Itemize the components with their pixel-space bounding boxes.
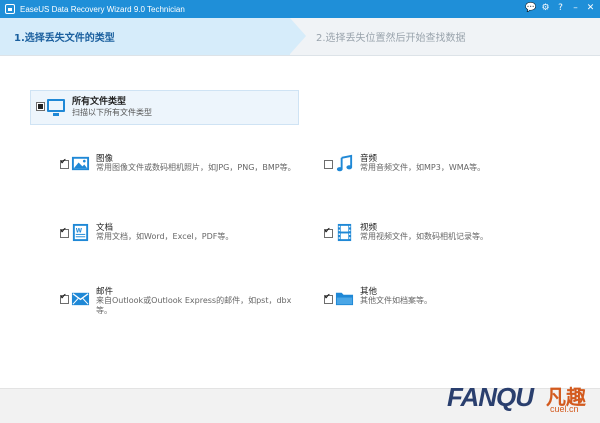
step-1: 1.选择丢失文件的类型 <box>0 18 290 55</box>
image-icon <box>71 156 90 171</box>
step-1-label: 1.选择丢失文件的类型 <box>14 33 115 44</box>
file-type-video[interactable]: 视频 常用视频文件，如数码相机记录等。 <box>324 221 564 257</box>
document-icon: W <box>72 223 89 242</box>
video-desc: 常用视频文件，如数码相机记录等。 <box>360 232 488 241</box>
other-desc: 其他文件如档案等。 <box>360 296 432 305</box>
file-type-document[interactable]: W 文档 常用文档，如Word，Excel，PDF等。 <box>60 221 300 257</box>
settings-icon[interactable]: ⚙ <box>540 3 551 14</box>
folder-icon <box>335 292 354 306</box>
app-icon <box>5 4 15 14</box>
email-desc: 来自Outlook或Outlook Express的邮件，如pst，dbx等。 <box>96 296 292 315</box>
file-type-image[interactable]: 图像 常用图像文件或数码相机照片，如JPG，PNG，BMP等。 <box>60 152 300 188</box>
all-file-types-option[interactable]: 所有文件类型 扫描以下所有文件类型 <box>30 90 299 125</box>
music-icon <box>336 154 353 172</box>
file-type-audio[interactable]: 音频 常用音频文件，如MP3，WMA等。 <box>324 152 564 188</box>
wizard-steps: 1.选择丢失文件的类型 2.选择丢失位置然后开始查找数据 <box>0 18 600 56</box>
other-checkbox[interactable] <box>324 292 333 304</box>
image-checkbox[interactable] <box>60 157 69 169</box>
mail-icon <box>71 292 90 306</box>
help-icon[interactable]: ? <box>555 3 566 14</box>
film-icon <box>337 223 352 242</box>
close-button[interactable]: ✕ <box>585 3 596 14</box>
video-checkbox[interactable] <box>324 226 333 238</box>
image-desc: 常用图像文件或数码相机照片，如JPG，PNG，BMP等。 <box>96 163 296 172</box>
watermark-domain: cuel.cn <box>550 404 579 414</box>
title-bar: EaseUS Data Recovery Wizard 9.0 Technici… <box>0 0 600 18</box>
all-types-checkbox[interactable] <box>36 102 45 111</box>
audio-checkbox[interactable] <box>324 160 333 169</box>
all-types-desc: 扫描以下所有文件类型 <box>72 108 152 117</box>
email-checkbox[interactable] <box>60 292 69 304</box>
step-2-label: 2.选择丢失位置然后开始查找数据 <box>316 33 466 44</box>
file-type-email[interactable]: 邮件 来自Outlook或Outlook Express的邮件，如pst，dbx… <box>60 285 300 321</box>
document-checkbox[interactable] <box>60 226 69 238</box>
monitor-icon <box>47 99 65 116</box>
document-desc: 常用文档，如Word，Excel，PDF等。 <box>96 232 234 241</box>
file-type-other[interactable]: 其他 其他文件如档案等。 <box>324 285 564 321</box>
feedback-icon[interactable]: 💬 <box>525 3 536 14</box>
svg-text:W: W <box>76 229 83 235</box>
window-title: EaseUS Data Recovery Wizard 9.0 Technici… <box>20 4 185 14</box>
watermark-logo: FANQU <box>447 382 534 412</box>
minimize-button[interactable]: – <box>570 3 581 14</box>
audio-desc: 常用音频文件，如MP3，WMA等。 <box>360 163 486 172</box>
all-types-title: 所有文件类型 <box>72 97 127 107</box>
step-arrow <box>290 18 306 54</box>
window-controls: 💬 ⚙ ? – ✕ <box>525 3 596 14</box>
